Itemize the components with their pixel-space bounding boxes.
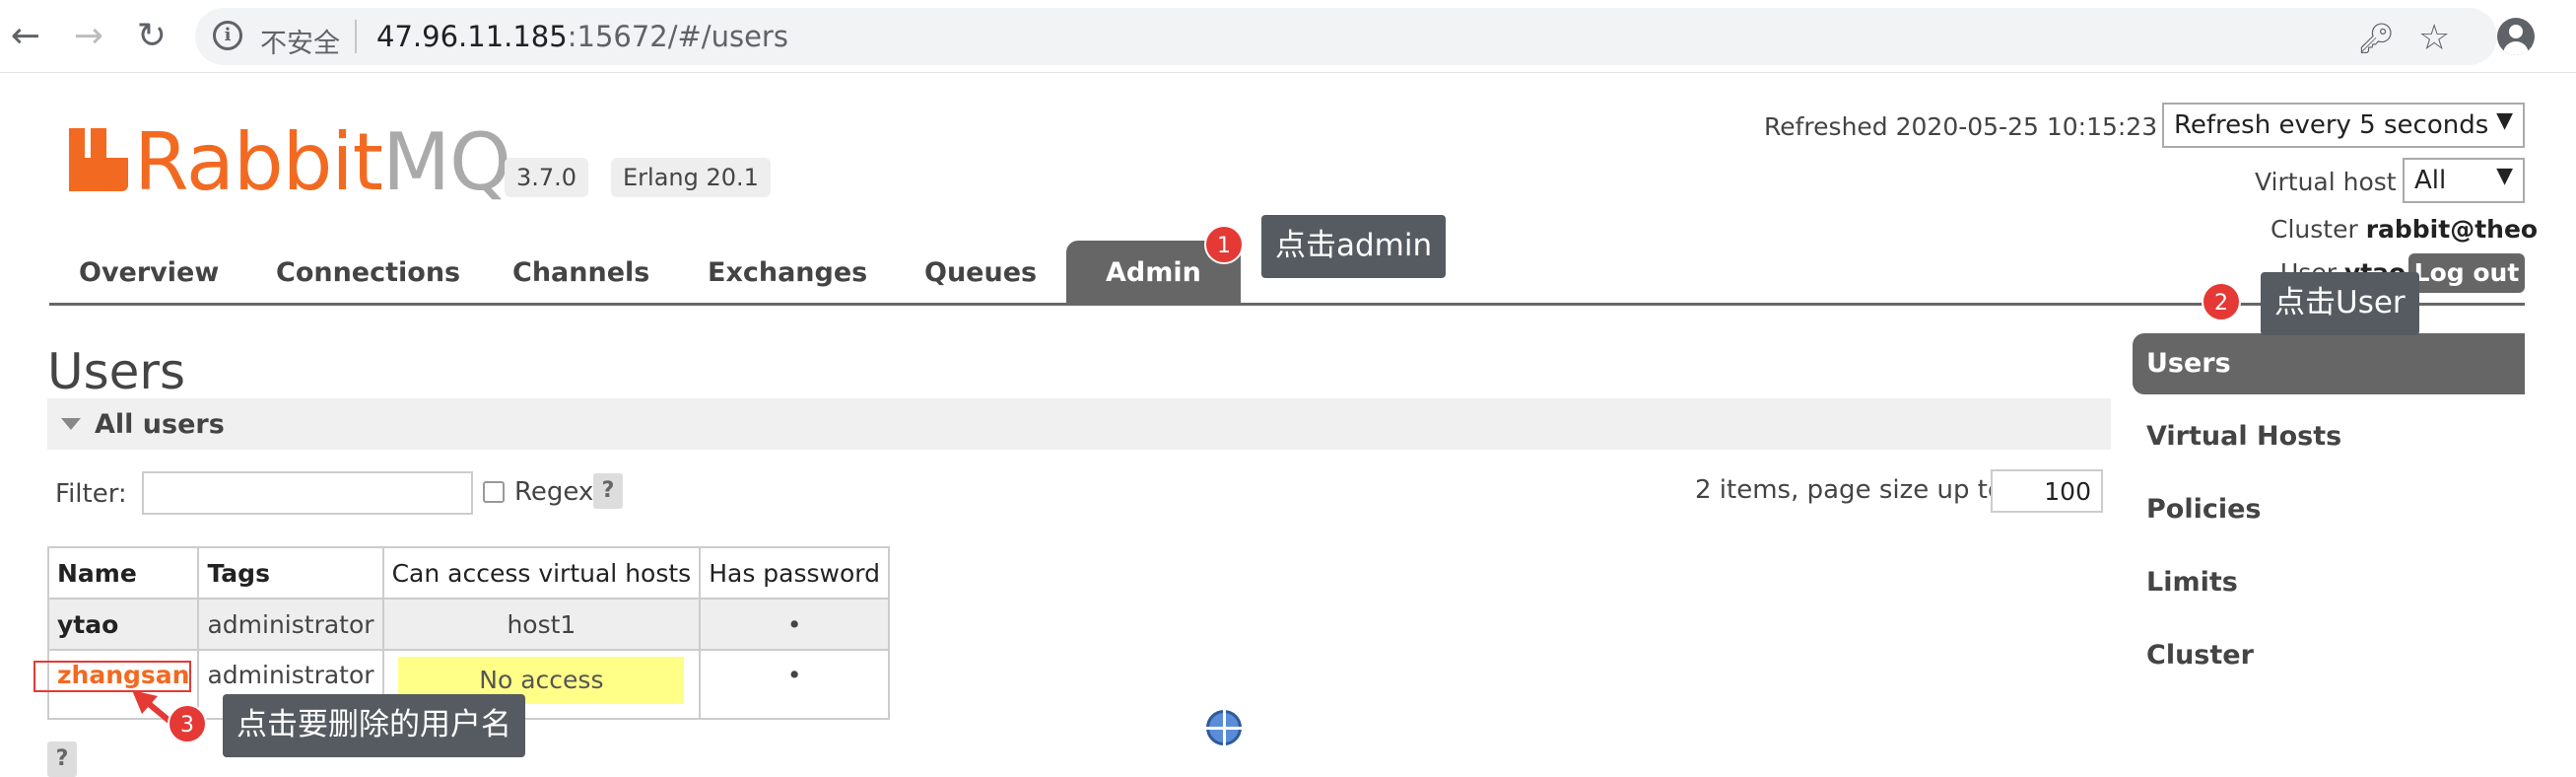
site-info-icon[interactable]: i: [213, 21, 242, 50]
url-host: 47.96.11.185: [376, 20, 568, 53]
subnav-item-users[interactable]: Users: [2133, 333, 2525, 394]
annotation-callout-2: 点击User: [2261, 272, 2419, 335]
table-help-button[interactable]: ?: [47, 742, 77, 777]
logout-button[interactable]: Log out: [2408, 253, 2525, 293]
insecure-label: 不安全: [260, 29, 340, 59]
column-header-tags[interactable]: Tags: [197, 546, 384, 600]
column-header-name[interactable]: Name: [46, 546, 200, 600]
rabbitmq-logo-text: RabbitMQTM: [134, 116, 524, 208]
browser-toolbar: ← → ↻ i 不安全 47.96.11.185:15672/#/users 🔑…: [0, 0, 2576, 73]
forward-arrow-icon[interactable]: →: [67, 14, 110, 57]
virtual-host-value: All: [2414, 166, 2447, 195]
user-tags: administrator: [197, 598, 384, 651]
all-users-section-toggle[interactable]: All users: [47, 398, 2111, 450]
subnav-item-limits[interactable]: Limits: [2133, 552, 2525, 613]
page-size-input[interactable]: 100: [1991, 469, 2103, 513]
virtual-host-select[interactable]: All ▼: [2403, 158, 2525, 203]
erlang-version-badge: Erlang 20.1: [611, 158, 771, 197]
virtual-host-label: Virtual host: [2255, 168, 2397, 196]
annotation-badge-2: 2: [2202, 282, 2241, 321]
cluster-label: Cluster: [2271, 215, 2358, 244]
url-path: :15672/#/users: [567, 20, 788, 53]
user-name-link[interactable]: ytao: [46, 598, 200, 651]
refreshed-timestamp: Refreshed 2020-05-25 10:15:23: [1764, 112, 2158, 141]
regex-checkbox[interactable]: [483, 481, 505, 503]
regex-help-button[interactable]: ?: [593, 473, 623, 509]
annotation-callout-3: 点击要删除的用户名: [223, 694, 525, 757]
annotation-badge-1: 1: [1204, 225, 1244, 264]
subnav-item-virtual-hosts[interactable]: Virtual Hosts: [2133, 406, 2525, 467]
page-title: Users: [47, 343, 186, 400]
tab-underline: [49, 303, 2525, 306]
separator: [355, 20, 357, 53]
key-icon[interactable]: 🔑︎: [2357, 22, 2395, 56]
url-text[interactable]: 47.96.11.185:15672/#/users: [376, 20, 788, 53]
dropdown-arrow-icon: ▼: [2496, 164, 2513, 188]
reload-icon[interactable]: ↻: [130, 14, 173, 57]
rabbitmq-logo-mark: [69, 128, 128, 191]
tab-exchanges[interactable]: Exchanges: [708, 241, 867, 304]
annotation-badge-3: 3: [168, 704, 207, 743]
screenshot-cursor-icon: [1205, 709, 1243, 746]
has-password-indicator: •: [699, 649, 890, 720]
column-header-vhosts: Can access virtual hosts: [381, 546, 702, 600]
subnav-item-policies[interactable]: Policies: [2133, 479, 2525, 540]
cluster-info: Cluster rabbit@theo: [2271, 215, 2538, 244]
collapse-triangle-icon: [61, 418, 81, 430]
tab-channels[interactable]: Channels: [512, 241, 649, 304]
filter-input[interactable]: [142, 471, 473, 515]
tab-overview[interactable]: Overview: [79, 241, 219, 304]
user-vhosts: host1: [381, 598, 702, 651]
dropdown-arrow-icon: ▼: [2496, 108, 2513, 133]
table-row[interactable]: ytao administrator host1 •: [46, 598, 890, 651]
tab-connections[interactable]: Connections: [276, 241, 460, 304]
regex-label: Regex: [514, 477, 594, 507]
cluster-name: rabbit@theo: [2365, 215, 2539, 244]
tab-queues[interactable]: Queues: [924, 241, 1037, 304]
refresh-interval-value: Refresh every 5 seconds: [2174, 110, 2489, 140]
table-header-row: Name Tags Can access virtual hosts Has p…: [46, 546, 890, 600]
column-header-has-password: Has password: [699, 546, 890, 600]
address-bar[interactable]: i 不安全 47.96.11.185:15672/#/users 🔑︎ ☆: [195, 8, 2497, 65]
filter-label: Filter:: [55, 479, 127, 509]
profile-avatar-icon[interactable]: [2497, 18, 2535, 55]
subnav-item-cluster[interactable]: Cluster: [2133, 625, 2525, 686]
items-count-text: 2 items, page size up to: [1695, 475, 2003, 505]
rabbitmq-version-badge: 3.7.0: [505, 158, 589, 197]
section-title: All users: [95, 409, 225, 440]
refresh-interval-select[interactable]: Refresh every 5 seconds ▼: [2162, 103, 2525, 148]
has-password-indicator: •: [699, 598, 890, 651]
annotation-callout-1: 点击admin: [1261, 215, 1447, 278]
star-icon[interactable]: ☆: [2418, 18, 2450, 58]
back-arrow-icon[interactable]: ←: [4, 14, 47, 57]
